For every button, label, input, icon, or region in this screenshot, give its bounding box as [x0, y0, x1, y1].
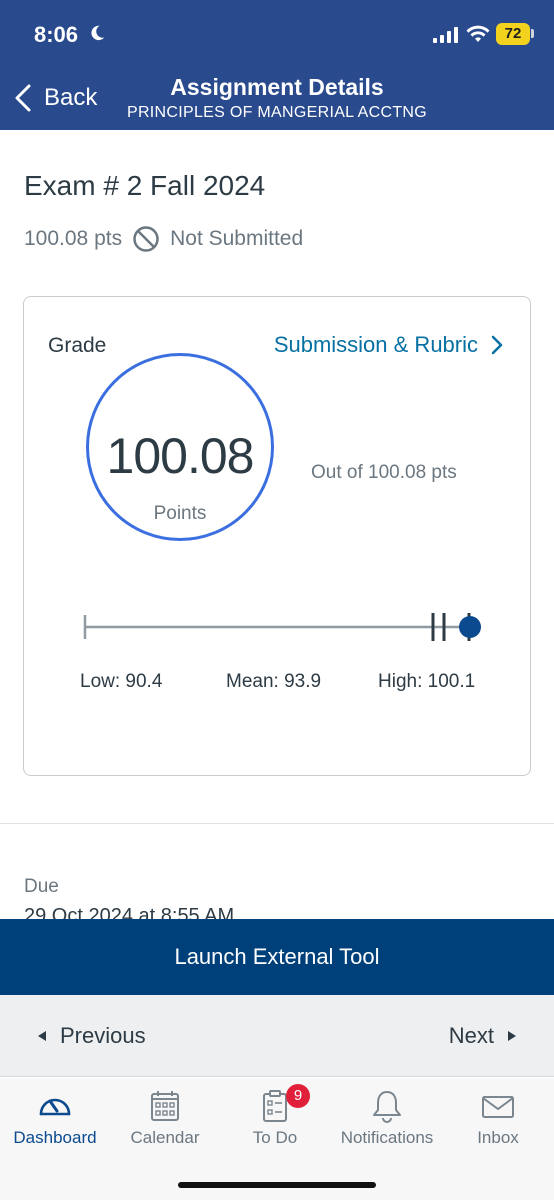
out-of-points: Out of 100.08 pts [311, 462, 457, 483]
triangle-right-icon [508, 1031, 516, 1041]
tab-calendar[interactable]: Calendar [110, 1078, 220, 1168]
battery-tip [531, 29, 534, 38]
inbox-icon [482, 1096, 514, 1118]
tab-label: Inbox [477, 1128, 519, 1147]
score-label: Points [153, 503, 207, 524]
grade-card: Grade Submission & Rubric 100.08 Points … [23, 296, 531, 776]
calendar-icon [151, 1091, 179, 1121]
tab-dashboard[interactable]: Dashboard [0, 1078, 110, 1168]
next-button[interactable]: Next [449, 1023, 518, 1049]
tab-notifications[interactable]: Notifications [332, 1078, 442, 1168]
triangle-left-icon [38, 1031, 46, 1041]
previous-label: Previous [60, 1023, 146, 1048]
tab-todo[interactable]: 9 To Do [220, 1078, 330, 1168]
moon-icon [91, 25, 105, 41]
wifi-icon [466, 25, 490, 42]
mean-stat: Mean: 93.9 [226, 671, 322, 692]
assignment-title: Exam # 2 Fall 2024 [24, 170, 266, 201]
bell-icon [373, 1091, 401, 1123]
due-value: 29 Oct 2024 at 8:55 AM [24, 905, 235, 919]
not-submitted-icon [133, 226, 159, 252]
assignment-points: 100.08 pts [24, 227, 123, 250]
page-title: Assignment Details [170, 74, 384, 100]
dashboard-icon [39, 1098, 71, 1116]
pager-bar: Previous Next [0, 995, 554, 1077]
home-indicator [178, 1182, 376, 1188]
tab-inbox[interactable]: Inbox [443, 1078, 553, 1168]
next-label: Next [448, 1023, 494, 1048]
status-time: 8:06 [34, 22, 79, 47]
tab-label: Dashboard [13, 1128, 97, 1147]
submission-rubric-link[interactable]: Submission & Rubric [274, 332, 504, 358]
score-ring-content: 100.08 Points [86, 353, 274, 541]
chevron-right-icon [491, 335, 503, 355]
low-stat: Low: 90.4 [80, 671, 163, 692]
your-score-dot [459, 616, 481, 638]
todo-badge: 9 [286, 1084, 310, 1108]
high-stat: High: 100.1 [378, 671, 476, 692]
section-divider [0, 823, 554, 824]
battery-indicator: 72 [496, 23, 530, 45]
launch-external-tool-button[interactable]: Launch External Tool [0, 919, 554, 995]
score-value: 100.08 [106, 428, 255, 484]
submission-status: Not Submitted [170, 227, 304, 250]
previous-button[interactable]: Previous [36, 1023, 146, 1049]
signal-icon [433, 27, 458, 43]
tab-label: To Do [252, 1128, 298, 1147]
tab-label: Notifications [340, 1128, 434, 1147]
assignment-meta: 100.08 pts Not Submitted [24, 225, 303, 253]
score-distribution-plot [83, 613, 481, 641]
tab-label: Calendar [130, 1128, 200, 1147]
course-name: PRINCIPLES OF MANGERIAL ACCTNG [126, 104, 427, 121]
app-header: 8:06 72 Back Assignment Details PRINCIPL… [0, 0, 554, 130]
submission-rubric-label: Submission & Rubric [273, 332, 478, 357]
due-label: Due [24, 876, 59, 897]
